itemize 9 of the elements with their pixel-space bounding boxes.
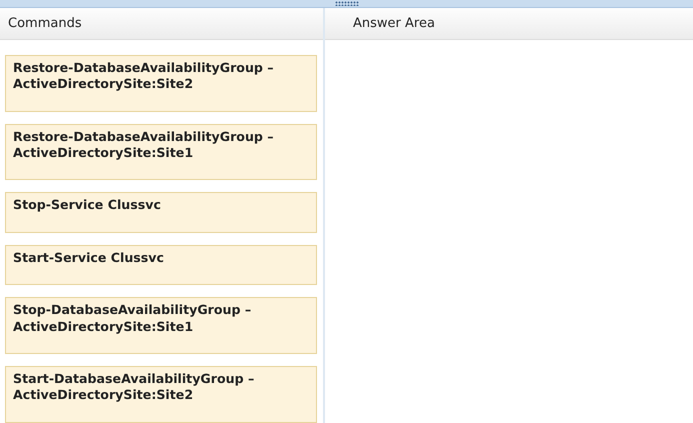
grip-handle-icon[interactable] [334, 1, 358, 6]
panel-header: Commands [0, 8, 323, 40]
command-tile[interactable]: Start-Service Clussvc [5, 244, 317, 286]
command-tile[interactable]: Stop-DatabaseAvailabilityGroup – ActiveDirectorySite:Site1 [5, 297, 317, 354]
command-tile[interactable]: Restore-DatabaseAvailabilityGroup – ActiveDirectorySite:Site1 [5, 124, 317, 180]
command-tile[interactable]: Stop-Service Clussvc [5, 192, 317, 233]
panel-header: Answer Area [325, 8, 693, 40]
command-tile[interactable]: Restore-DatabaseAvailabilityGroup – ActiveDirectorySite:Site2 [5, 55, 317, 112]
command-tile[interactable]: Start-DatabaseAvailabilityGroup – ActiveDirectorySite:Site2 [5, 366, 317, 423]
